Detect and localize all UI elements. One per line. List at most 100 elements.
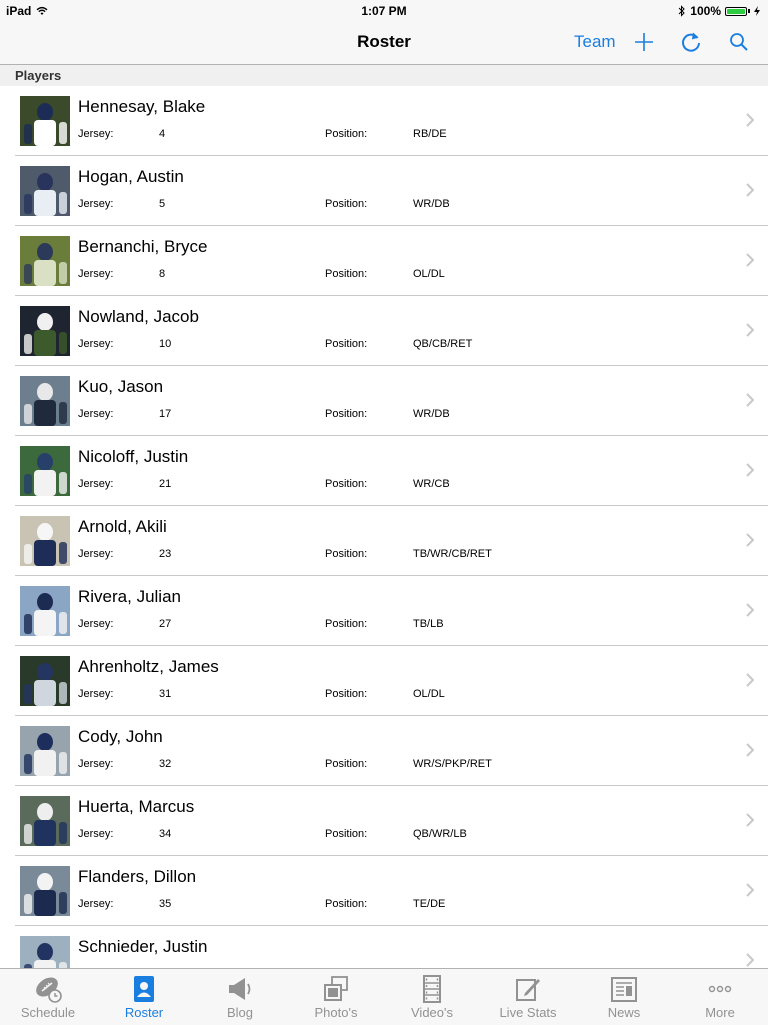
chevron-right-icon [746, 463, 754, 477]
tab-video-s[interactable]: Video's [384, 969, 480, 1025]
jersey-label: Jersey: [78, 338, 114, 350]
tab-more[interactable]: More [672, 969, 768, 1025]
tab-blog[interactable]: Blog [192, 969, 288, 1025]
player-row[interactable]: Kuo, Jason Jersey: 17 Position: WR/DB [0, 366, 768, 436]
jersey-number: 21 [159, 478, 172, 490]
player-position: OL/DL [413, 268, 445, 280]
player-row[interactable]: Hogan, Austin Jersey: 5 Position: WR/DB [0, 156, 768, 226]
tab-bar: Schedule Roster Blog Photo's Video's Live Sta… [0, 968, 768, 1025]
chevron-right-icon [746, 113, 754, 127]
player-photo [20, 796, 70, 846]
tab-label: News [607, 1005, 641, 1020]
player-name: Nicoloff, Justin [78, 447, 189, 466]
tab-news[interactable]: News [576, 969, 672, 1025]
jersey-number: 27 [159, 618, 172, 630]
position-label: Position: [325, 548, 368, 560]
jersey-number: 32 [159, 758, 172, 770]
jersey-number: 17 [159, 408, 172, 420]
player-name: Nowland, Jacob [78, 307, 199, 326]
player-row[interactable]: Huerta, Marcus Jersey: 34 Position: QB/WR/LB [0, 786, 768, 856]
search-icon[interactable] [727, 30, 751, 54]
film-icon [423, 975, 441, 1003]
player-photo [20, 656, 70, 706]
player-position: QB/CB/RET [413, 338, 473, 350]
jersey-number: 8 [159, 268, 166, 280]
edit-icon [516, 979, 540, 1001]
player-position: RB/DE [413, 128, 447, 140]
position-label: Position: [325, 198, 368, 210]
position-label: Position: [325, 478, 368, 490]
player-photo [20, 726, 70, 776]
player-row[interactable]: Ahrenholtz, James Jersey: 31 Position: OL/DL [0, 646, 768, 716]
player-position: OL/DL [413, 688, 445, 700]
player-name: Flanders, Dillon [78, 867, 197, 886]
player-row[interactable]: Rivera, Julian Jersey: 27 Position: TB/LB [0, 576, 768, 646]
tab-roster[interactable]: Roster [96, 969, 192, 1025]
roster-list[interactable]: Hennesay, Blake Jersey: 4 Position: RB/DE Hog… [0, 86, 768, 968]
player-name: Hogan, Austin [78, 167, 184, 186]
player-photo [20, 376, 70, 426]
player-name: Huerta, Marcus [78, 797, 195, 816]
team-button[interactable]: Team [574, 32, 616, 52]
tab-photo-s[interactable]: Photo's [288, 969, 384, 1025]
tab-label: Video's [411, 1005, 453, 1020]
battery-icon [725, 6, 747, 16]
player-name: Schnieder, Justin [78, 937, 208, 956]
chevron-right-icon [746, 953, 754, 967]
player-name: Bernanchi, Bryce [78, 237, 208, 256]
player-position: QB/WR/LB [413, 828, 467, 840]
position-label: Position: [325, 408, 368, 420]
player-position: TE/DE [413, 898, 446, 910]
jersey-number: 4 [159, 128, 166, 140]
jersey-number: 31 [159, 688, 172, 700]
jersey-label: Jersey: [78, 688, 114, 700]
position-label: Position: [325, 688, 368, 700]
player-row[interactable]: Hennesay, Blake Jersey: 4 Position: RB/DE [0, 86, 768, 156]
player-photo [20, 166, 70, 216]
player-row[interactable]: Arnold, Akili Jersey: 23 Position: TB/WR/CB/… [0, 506, 768, 576]
jersey-label: Jersey: [78, 618, 114, 630]
chevron-right-icon [746, 183, 754, 197]
player-row[interactable]: Cody, John Jersey: 32 Position: WR/S/PKP/RET [0, 716, 768, 786]
jersey-label: Jersey: [78, 268, 114, 280]
player-photo [20, 96, 70, 146]
tab-label: Schedule [20, 1005, 76, 1020]
jersey-number: 35 [159, 898, 172, 910]
jersey-label: Jersey: [78, 548, 114, 560]
player-row[interactable]: Nicoloff, Justin Jersey: 21 Position: WR/CB [0, 436, 768, 506]
position-label: Position: [325, 828, 368, 840]
chevron-right-icon [746, 673, 754, 687]
player-position: TB/LB [413, 618, 444, 630]
more-icon [708, 985, 732, 993]
chevron-right-icon [746, 253, 754, 267]
player-photo [20, 306, 70, 356]
player-row[interactable]: Flanders, Dillon Jersey: 35 Position: TE/DE [0, 856, 768, 926]
tab-label: Photo's [314, 1005, 358, 1020]
player-row[interactable]: Nowland, Jacob Jersey: 10 Position: QB/CB/RE… [0, 296, 768, 366]
add-icon[interactable] [632, 30, 656, 54]
player-name: Arnold, Akili [78, 517, 167, 536]
position-label: Position: [325, 898, 368, 910]
football-icon [36, 977, 62, 1003]
player-photo [20, 516, 70, 566]
position-label: Position: [325, 758, 368, 770]
player-row[interactable]: Schnieder, Justin [0, 926, 768, 968]
refresh-icon[interactable] [679, 30, 703, 54]
battery-percent: 100% [690, 4, 721, 18]
player-name: Kuo, Jason [78, 377, 164, 396]
navigation-bar: Roster Team [0, 20, 768, 65]
tab-schedule[interactable]: Schedule [0, 969, 96, 1025]
player-name: Rivera, Julian [78, 587, 181, 606]
tab-live-stats[interactable]: Live Stats [480, 969, 576, 1025]
chevron-right-icon [746, 393, 754, 407]
player-name: Cody, John [78, 727, 163, 746]
chevron-right-icon [746, 743, 754, 757]
tab-label: Blog [226, 1005, 254, 1020]
player-row[interactable]: Bernanchi, Bryce Jersey: 8 Position: OL/DL [0, 226, 768, 296]
chevron-right-icon [746, 533, 754, 547]
charging-icon [754, 6, 760, 16]
player-position: TB/WR/CB/RET [413, 548, 492, 560]
player-photo [20, 936, 70, 968]
tab-label: More [705, 1005, 735, 1020]
player-position: WR/CB [413, 478, 450, 490]
